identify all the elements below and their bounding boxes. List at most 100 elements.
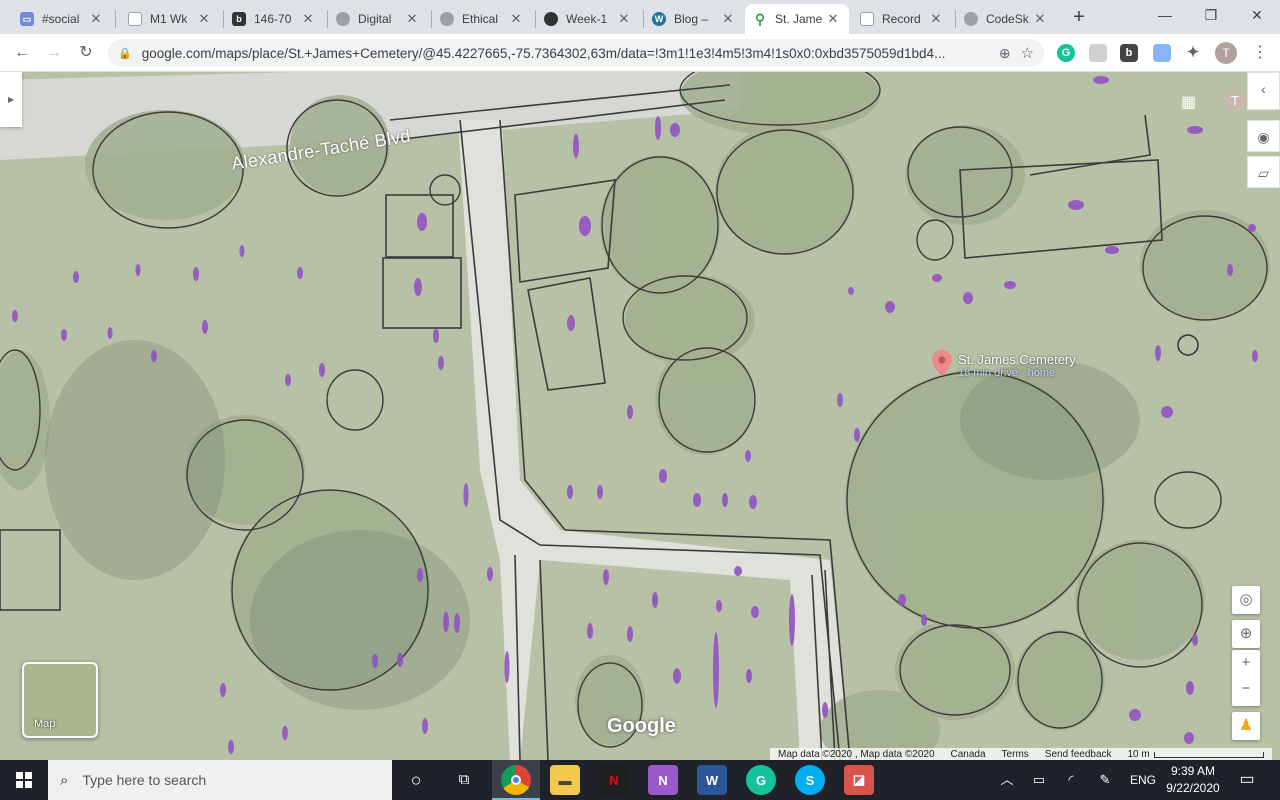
place-distance-label: 18 min drive - home [958,367,1056,379]
extension-icon[interactable] [1089,44,1107,62]
lock-icon: 🔒 [118,47,132,60]
language-indicator[interactable]: ENG [1128,760,1158,800]
globe-icon[interactable]: ◎ [1232,586,1260,614]
my-location-icon[interactable]: ⊕ [1232,620,1260,648]
expand-side-panel-button[interactable]: ▸ [0,72,22,127]
tab-label: CodeSk [986,12,1029,26]
scale-bar[interactable]: 10 m [1120,748,1272,760]
install-icon[interactable]: ⊕ [999,45,1011,62]
zoom-in-button[interactable]: + [1232,650,1260,676]
close-icon[interactable]: ✕ [88,11,104,27]
search-icon: ⌕ [60,771,69,789]
tab-label: Blog – [674,12,709,26]
taskbar-search[interactable]: ⌕ Type here to search [48,760,392,800]
collapse-panel-button[interactable]: ‹ [1247,72,1280,110]
docs-extension-icon[interactable] [1153,44,1171,62]
satellite-imagery [0,72,1280,760]
document-icon [128,12,142,26]
kebab-menu-icon[interactable]: ⋮ [1252,42,1268,64]
tab-social[interactable]: ▭ #social ✕ [12,4,112,34]
tab-digital[interactable]: Digital ✕ [328,4,428,34]
close-icon[interactable]: ✕ [928,11,944,27]
skype-icon[interactable]: S [795,765,825,795]
address-bar[interactable]: 🔒 google.com/maps/place/St.+James+Cemete… [108,39,1044,67]
map-profile-avatar[interactable]: T [1224,90,1246,112]
file-explorer-icon[interactable]: ▬ [550,765,580,795]
note-icon[interactable]: ▱ [1247,156,1280,188]
cortana-icon[interactable]: ○ [400,760,432,800]
bitly-extension-icon[interactable]: b [1120,44,1138,62]
zoom-out-button[interactable]: − [1232,676,1260,702]
close-icon[interactable]: ✕ [825,11,841,27]
close-icon[interactable]: ✕ [720,11,736,27]
close-icon[interactable]: ✕ [404,11,420,27]
pen-icon[interactable]: ✎ [1094,760,1116,800]
task-view-icon[interactable]: ⧉ [448,760,480,800]
close-icon[interactable]: ✕ [300,11,316,27]
netflix-icon[interactable]: N [599,765,629,795]
tab-146[interactable]: b 146-70 ✕ [224,4,324,34]
grammarly-taskbar-icon[interactable]: G [746,765,776,795]
word-icon[interactable]: W [697,765,727,795]
tab-st-james[interactable]: ⚲ St. Jame ✕ [745,4,849,34]
tab-label: Digital [358,12,392,26]
country-link[interactable]: Canada [943,748,994,760]
show-hidden-icons[interactable]: ︿ [996,760,1018,800]
chrome-icon[interactable] [501,765,531,795]
tab-m1wk[interactable]: M1 Wk ✕ [120,4,220,34]
reload-icon[interactable]: ↻ [74,41,98,65]
puzzle-icon[interactable]: ✦ [1184,44,1202,62]
url-text[interactable]: google.com/maps/place/St.+James+Cemetery… [142,46,999,61]
pegman-icon[interactable]: ♟ [1232,712,1260,740]
wifi-icon[interactable]: ◜ [1060,760,1082,800]
globe-icon [440,12,454,26]
bitly-icon: b [232,12,246,26]
wordpress-icon: W [652,12,666,26]
close-icon[interactable]: ✕ [196,11,212,27]
system-clock[interactable]: 9:39 AM 9/22/2020 [1160,763,1226,797]
map-view[interactable]: Alexandre-Taché Blvd St. James Cemetery … [0,72,1280,760]
place-pin-icon[interactable] [931,349,953,377]
maps-pin-icon: ⚲ [754,10,766,27]
document-icon [860,12,874,26]
tab-label: #social [42,12,80,26]
send-feedback-link[interactable]: Send feedback [1037,748,1120,760]
start-button[interactable] [0,760,48,800]
tab-label: Record [882,12,921,26]
eye-icon[interactable]: ◉ [1247,120,1280,152]
place-name-label[interactable]: St. James Cemetery [958,352,1076,367]
google-logo: Google [607,715,676,737]
tab-label: M1 Wk [150,12,188,26]
tab-label: Ethical [462,12,499,26]
onenote-icon[interactable]: N [648,765,678,795]
layers-toggle[interactable]: Map [22,662,98,738]
new-tab-button[interactable]: + [1068,6,1090,28]
tab-blog[interactable]: W Blog – ✕ [644,4,744,34]
terms-link[interactable]: Terms [994,748,1037,760]
windows-taskbar: ⌕ Type here to search ○ ⧉ ▬ N N W G S ◪ … [0,760,1280,800]
close-icon[interactable]: ✕ [1032,11,1048,27]
map-attribution: Map data ©2020 , Map data ©2020 Canada T… [770,748,1272,760]
grammarly-icon[interactable]: G [1057,44,1075,62]
profile-avatar[interactable]: T [1215,42,1237,64]
notifications-icon[interactable]: ▭ [1234,760,1260,800]
bookmark-star-icon[interactable]: ☆ [1021,44,1034,62]
back-icon[interactable]: ← [10,41,34,65]
tab-ethical[interactable]: Ethical ✕ [432,4,532,34]
minimize-button[interactable]: — [1142,0,1188,30]
tab-codesk[interactable]: CodeSk ✕ [956,4,1056,34]
app-icon[interactable]: ◪ [844,765,874,795]
restore-button[interactable]: ❐ [1188,0,1234,30]
windows-icon [16,772,32,788]
close-icon[interactable]: ✕ [508,11,524,27]
tab-label: 146-70 [254,12,292,26]
forward-icon[interactable]: → [42,41,66,65]
zoom-controls: + − [1232,650,1260,706]
tab-record[interactable]: Record ✕ [852,4,952,34]
apps-grid-icon[interactable]: ▦ [1181,92,1199,111]
clock-time: 9:39 AM [1170,764,1216,778]
tab-week1[interactable]: Week-1 ✕ [536,4,640,34]
close-icon[interactable]: ✕ [616,11,632,27]
battery-icon[interactable]: ▭ [1028,760,1050,800]
close-window-button[interactable]: ✕ [1234,0,1280,30]
